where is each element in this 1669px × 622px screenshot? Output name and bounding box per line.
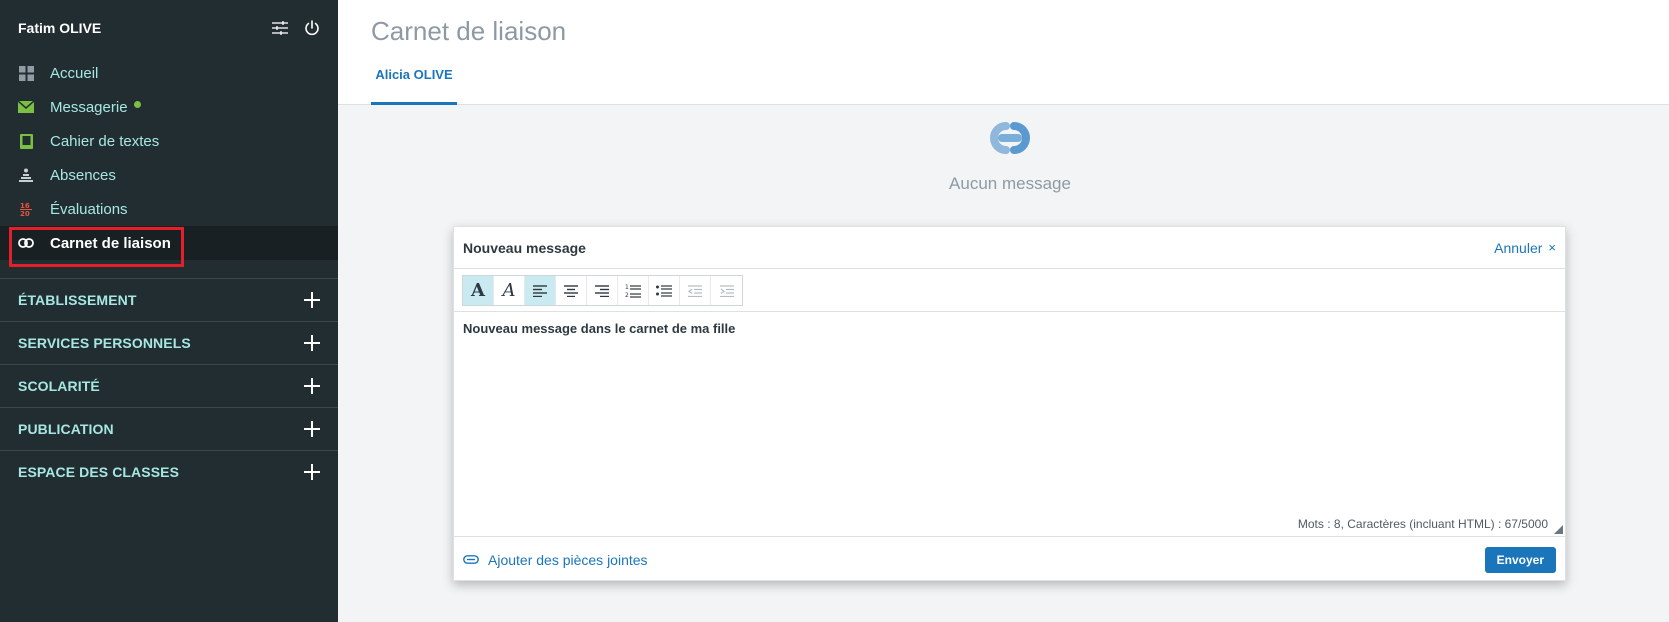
sidebar-nav: Accueil Messagerie Cahier de textes Abse… <box>0 56 338 260</box>
link-icon <box>18 235 34 251</box>
svg-text:2: 2 <box>625 292 629 298</box>
grid-icon <box>18 65 34 81</box>
section-espace-des-classes[interactable]: ESPACE DES CLASSES <box>0 450 338 493</box>
resize-handle-icon[interactable] <box>1554 525 1563 534</box>
new-message-card: Nouveau message Annuler × A A 12 Nouveau… <box>453 226 1566 581</box>
plus-icon <box>304 292 320 308</box>
page-title: Carnet de liaison <box>371 16 567 46</box>
plus-icon <box>304 378 320 394</box>
italic-icon: A <box>502 280 516 301</box>
close-icon: × <box>1548 240 1556 255</box>
empty-state-text: Aucun message <box>949 174 1071 193</box>
outdent-button[interactable] <box>680 276 711 305</box>
card-footer: Ajouter des pièces jointes Envoyer <box>454 538 1565 581</box>
paperclip-icon <box>463 555 479 564</box>
character-counter: Mots : 8, Caractères (incluant HTML) : 6… <box>1297 517 1548 531</box>
svg-text:20: 20 <box>20 210 30 217</box>
align-center-icon <box>564 284 578 297</box>
tab-label: Alicia OLIVE <box>375 67 453 82</box>
add-attachments-label: Ajouter des pièces jointes <box>488 551 648 568</box>
settings-sliders-icon[interactable] <box>272 21 288 35</box>
envelope-icon <box>18 99 34 115</box>
ordered-list-icon: 12 <box>625 284 641 298</box>
cancel-label: Annuler <box>1494 239 1543 256</box>
section-label: SERVICES PERSONNELS <box>18 335 191 351</box>
bold-button[interactable]: A <box>463 276 494 305</box>
section-label: PUBLICATION <box>18 421 114 437</box>
section-services-personnels[interactable]: SERVICES PERSONNELS <box>0 321 338 364</box>
plus-icon <box>304 421 320 437</box>
notebook-icon <box>18 133 34 149</box>
sidebar-item-label: Évaluations <box>50 200 128 218</box>
italic-button[interactable]: A <box>494 276 525 305</box>
sidebar-item-cahier-de-textes[interactable]: Cahier de textes <box>0 124 338 158</box>
sidebar-item-label: Cahier de textes <box>50 132 160 150</box>
grades-icon: 16 20 <box>18 201 34 217</box>
section-etablissement[interactable]: ÉTABLISSEMENT <box>0 278 338 321</box>
ordered-list-button[interactable]: 12 <box>618 276 649 305</box>
user-name: Fatim OLIVE <box>18 20 102 36</box>
cancel-button[interactable]: Annuler × <box>1494 240 1556 256</box>
message-editor[interactable]: Nouveau message dans le carnet de ma fil… <box>454 311 1565 537</box>
section-label: ESPACE DES CLASSES <box>18 464 180 480</box>
plus-icon <box>304 464 320 480</box>
align-right-button[interactable] <box>587 276 618 305</box>
send-button[interactable]: Envoyer <box>1484 546 1556 573</box>
sidebar: Fatim OLIVE Accueil Messagerie Cahier de… <box>0 0 338 622</box>
section-scolarite[interactable]: SCOLARITÉ <box>0 364 338 407</box>
bullet-list-button[interactable] <box>649 276 680 305</box>
section-label: ÉTABLISSEMENT <box>18 292 137 308</box>
svg-text:16: 16 <box>20 202 30 210</box>
align-center-button[interactable] <box>556 276 587 305</box>
user-row: Fatim OLIVE <box>18 18 320 38</box>
sidebar-item-label: Messagerie <box>50 98 128 116</box>
section-label: SCOLARITÉ <box>18 378 100 394</box>
sidebar-item-label: Carnet de liaison <box>50 234 171 252</box>
sidebar-item-label: Accueil <box>50 64 99 82</box>
sidebar-item-label: Absences <box>50 166 116 184</box>
align-left-button[interactable] <box>525 276 556 305</box>
sidebar-item-evaluations[interactable]: 16 20 Évaluations <box>0 192 338 226</box>
add-attachments-link[interactable]: Ajouter des pièces jointes <box>463 552 1485 568</box>
editor-toolbar: A A 12 <box>462 275 743 306</box>
outdent-icon <box>688 284 702 297</box>
tab-alicia-olive[interactable]: Alicia OLIVE <box>371 64 457 105</box>
plus-icon <box>304 335 320 351</box>
online-status-dot <box>133 100 141 108</box>
indent-button[interactable] <box>711 276 742 305</box>
power-icon[interactable] <box>304 20 320 36</box>
indent-icon <box>719 284 734 297</box>
main-header: Carnet de liaison Alicia OLIVE <box>338 0 1669 105</box>
chain-link-icon <box>978 116 1042 160</box>
card-header: Nouveau message Annuler × <box>454 227 1565 269</box>
message-body-text: Nouveau message dans le carnet de ma fil… <box>463 321 736 336</box>
align-right-icon <box>595 284 609 297</box>
sidebar-item-absences[interactable]: Absences <box>0 158 338 192</box>
sidebar-item-carnet-de-liaison[interactable]: Carnet de liaison <box>0 226 338 260</box>
align-left-icon <box>533 284 547 297</box>
section-publication[interactable]: PUBLICATION <box>0 407 338 450</box>
svg-text:1: 1 <box>625 284 629 291</box>
sidebar-item-accueil[interactable]: Accueil <box>0 56 338 90</box>
sidebar-item-messagerie[interactable]: Messagerie <box>0 90 338 124</box>
card-title: Nouveau message <box>463 239 586 256</box>
bold-icon: A <box>471 280 485 301</box>
absences-icon <box>18 167 34 183</box>
bullet-list-icon <box>656 284 672 297</box>
